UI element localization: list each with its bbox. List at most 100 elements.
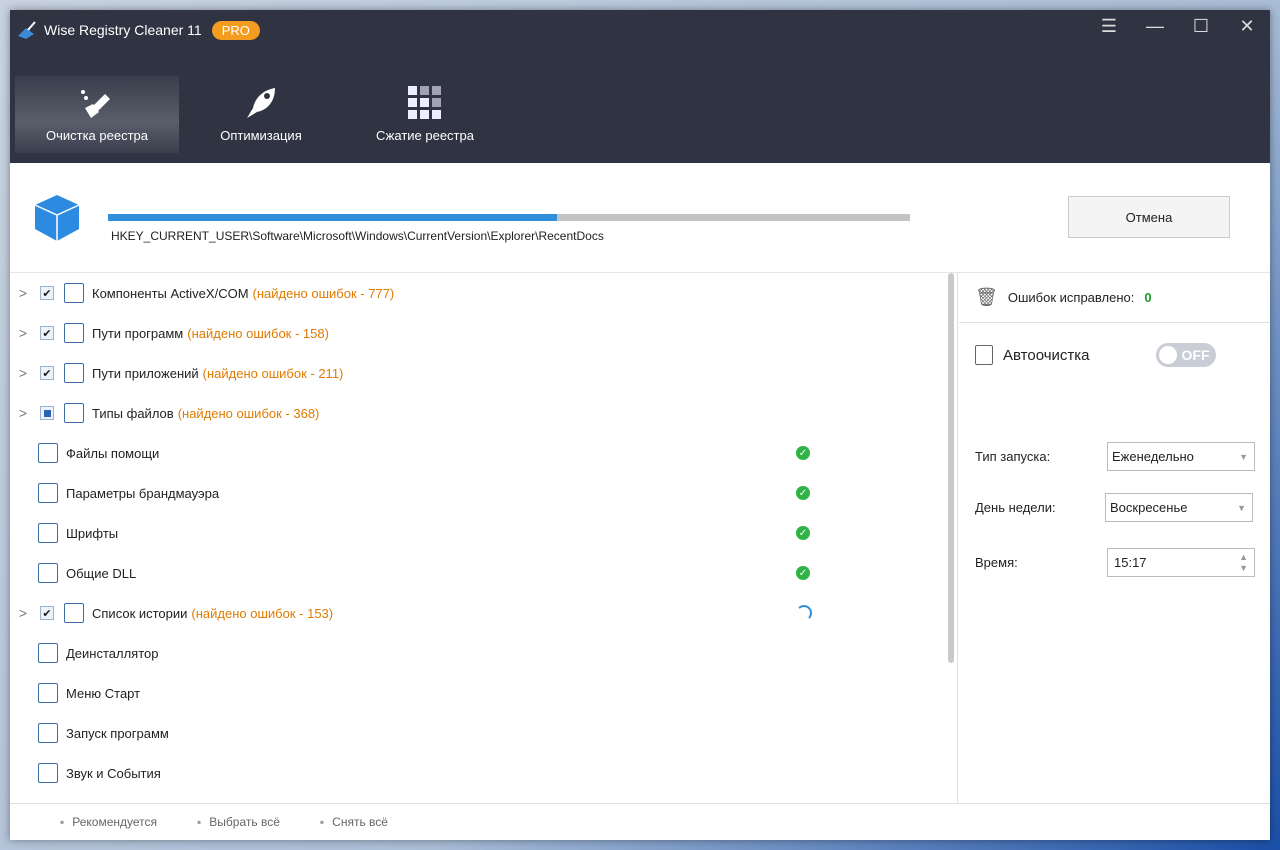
list-item[interactable]: Файлы помощи ✓ [10,433,957,473]
loading-spinner-icon [796,605,812,621]
error-count: (найдено ошибок - 153) [191,605,334,621]
list-item[interactable]: > ✔ Пути приложений (найдено ошибок - 211) [10,353,957,393]
expand-chevron-icon[interactable]: > [10,325,36,341]
expand-chevron-icon[interactable]: > [10,285,36,301]
category-icon [38,723,58,743]
run-type-label: Тип запуска: [975,449,1051,464]
item-label: Пути приложений [92,365,199,381]
check-circle-icon: ✓ [796,446,810,460]
error-count: (найдено ошибок - 211) [202,365,344,381]
category-icon [38,443,58,463]
list-item[interactable]: Общие DLL ✓ [10,553,957,593]
run-type-value: Еженедельно [1112,449,1194,464]
broom-icon [81,90,110,118]
auto-clean-label: Автоочистка [1003,346,1090,364]
recommended-link[interactable]: Рекомендуется [60,815,157,829]
category-icon [38,563,58,583]
item-checkbox[interactable]: ✔ [40,606,54,620]
item-label: Параметры брандмауэра [66,485,220,501]
list-item[interactable]: > ✔ Пути программ (найдено ошибок - 158) [10,313,957,353]
close-button[interactable]: ✕ [1224,10,1270,42]
category-icon [64,603,84,623]
header: Wise Registry Cleaner 11 PRO ☰ — ☐ ✕ Очи… [10,10,1270,163]
expand-chevron-icon[interactable]: > [10,365,36,381]
tab-defrag[interactable]: Сжатие реестра [343,76,507,153]
maximize-button[interactable]: ☐ [1178,10,1224,42]
expand-chevron-icon[interactable]: > [10,605,36,621]
check-circle-icon: ✓ [796,566,810,580]
list-item[interactable]: > ✔ Список истории (найдено ошибок - 153) [10,593,957,633]
tab-optimization[interactable]: Оптимизация [179,76,343,153]
tab-label: Очистка реестра [45,128,149,143]
list-item[interactable]: Звук и События [10,753,957,793]
item-checkbox[interactable]: ✔ [40,326,54,340]
category-icon [38,643,58,663]
list-item[interactable]: Шрифты ✓ [10,513,957,553]
day-select[interactable]: Воскресенье ▼ [1105,493,1253,522]
expand-chevron-icon[interactable]: > [10,405,36,421]
run-type-select[interactable]: Еженедельно ▼ [1107,442,1255,471]
category-icon [38,683,58,703]
item-label: Деинсталлятор [66,645,159,661]
rocket-icon [247,88,275,118]
fixed-count: 0 [1144,290,1152,305]
auto-clean-toggle[interactable]: OFF [1155,343,1216,367]
pro-badge: PRO [211,20,260,40]
item-label: Типы файлов [92,405,174,421]
deselect-all-link[interactable]: Снять всё [320,815,388,829]
item-label: Пути программ [92,325,184,341]
time-spinner[interactable]: 15:17 ▲ ▼ [1107,548,1255,577]
app-logo-icon [18,21,36,39]
category-icon [38,483,58,503]
list-item[interactable]: > ✔ Компоненты ActiveX/COM (найдено ошибок … [10,273,957,313]
tab-label: Оптимизация [220,128,302,143]
category-icon [64,363,84,383]
registry-cube-icon [34,195,80,241]
titlebar: Wise Registry Cleaner 11 PRO [16,20,260,40]
day-label: День недели: [975,500,1056,515]
category-icon [64,323,84,343]
error-count: (найдено ошибок - 777) [252,285,395,301]
list-item[interactable]: Запуск программ [10,713,957,753]
category-icon [38,763,58,783]
app-window: Wise Registry Cleaner 11 PRO ☰ — ☐ ✕ Очи… [10,10,1270,840]
time-label: Время: [975,555,1018,570]
side-panel: 🗑 Ошибок исправлено: 0 Автоочистка OFF Ти… [959,273,1270,803]
error-count: (найдено ошибок - 368) [177,405,320,421]
item-checkbox[interactable]: ✔ [40,286,54,300]
error-count: (найдено ошибок - 158) [187,325,329,341]
category-icon [64,283,84,303]
item-checkbox[interactable]: ✔ [40,366,54,380]
scan-progress-bar [108,214,910,221]
clipboard-check-icon [975,345,993,365]
tab-label: Сжатие реестра [376,128,474,143]
scan-panel: HKEY_CURRENT_USER\Software\Microsoft\Win… [10,163,1270,273]
category-icon [38,523,58,543]
item-label: Меню Старт [66,685,141,701]
item-label: Запуск программ [66,725,169,741]
cancel-button[interactable]: Отмена [1068,196,1230,238]
list-item[interactable]: Меню Старт [10,673,957,713]
item-label: Звук и События [66,765,161,781]
menu-icon[interactable]: ☰ [1086,10,1132,42]
item-label: Общие DLL [66,565,137,581]
minimize-button[interactable]: — [1132,10,1178,42]
category-icon [64,403,84,423]
footer: Рекомендуется Выбрать всё Снять всё [10,803,1270,840]
spinner-arrows-icon[interactable]: ▲ ▼ [1239,552,1248,574]
item-label: Компоненты ActiveX/COM [92,285,249,301]
select-all-link[interactable]: Выбрать всё [197,815,280,829]
list-item[interactable]: Деинсталлятор [10,633,957,673]
scan-progress-fill [108,214,558,221]
list-item[interactable]: Параметры брандмауэра ✓ [10,473,957,513]
app-title: Wise Registry Cleaner 11 [44,22,202,38]
check-circle-icon: ✓ [796,486,810,500]
chevron-down-icon: ▼ [1237,502,1246,513]
item-checkbox[interactable] [40,406,54,420]
scrollbar[interactable] [948,273,954,663]
tab-registry-cleaner[interactable]: Очистка реестра [15,76,179,153]
registry-category-list: > ✔ Компоненты ActiveX/COM (найдено ошибок … [10,273,958,803]
item-label: Шрифты [66,525,119,541]
grid-icon [408,86,441,119]
list-item[interactable]: > Типы файлов (найдено ошибок - 368) [10,393,957,433]
